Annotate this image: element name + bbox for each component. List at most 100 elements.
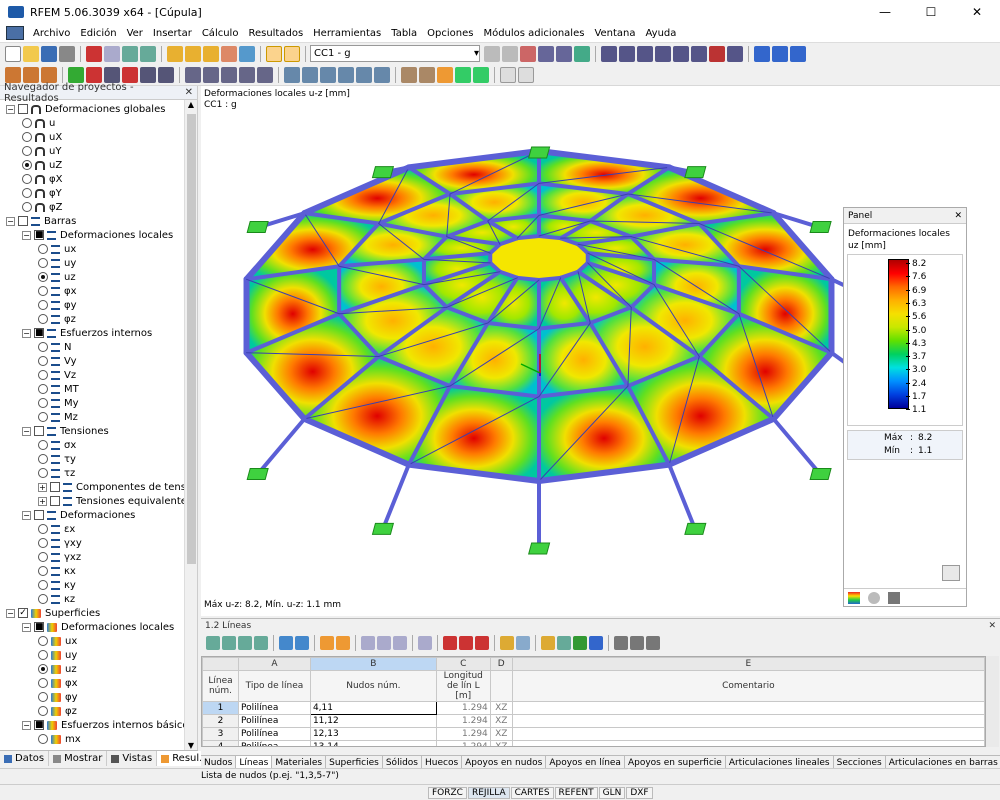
tree-node[interactable]: σx	[38, 438, 76, 452]
table-tool-icon[interactable]	[361, 636, 375, 650]
close-button[interactable]: ✕	[954, 0, 1000, 24]
zoom-icon[interactable]	[942, 565, 960, 581]
length-cell[interactable]: 1.294	[435, 740, 491, 746]
window-icon[interactable]	[772, 45, 788, 62]
tree-node[interactable]: κz	[38, 592, 75, 606]
checkbox[interactable]: ■	[34, 328, 44, 338]
tree-node[interactable]: − Barras	[6, 214, 76, 228]
tree-node[interactable]: τz	[38, 466, 75, 480]
tree-node[interactable]: − ■ Deformaciones locales	[22, 620, 174, 634]
table-icon[interactable]	[500, 66, 516, 83]
expander-icon[interactable]: −	[6, 104, 15, 114]
table-tool-icon[interactable]	[336, 636, 350, 650]
tree-node[interactable]: φY	[22, 186, 62, 200]
checkbox[interactable]: ■	[34, 230, 44, 240]
table-tool-icon[interactable]	[295, 636, 309, 650]
table-tool-icon[interactable]	[646, 636, 660, 650]
expander-icon[interactable]: −	[22, 720, 31, 730]
isolines-icon[interactable]	[473, 66, 489, 83]
report-icon[interactable]	[518, 66, 534, 83]
prev-arrow-icon[interactable]	[484, 45, 500, 62]
expander-icon[interactable]: −	[6, 216, 15, 226]
radio-button[interactable]	[38, 678, 48, 688]
snap-icon[interactable]	[221, 66, 237, 83]
tree-node[interactable]: γxz	[38, 550, 81, 564]
render-icon[interactable]	[356, 66, 372, 83]
radio-button[interactable]	[22, 132, 32, 142]
filter-icon[interactable]	[401, 66, 417, 83]
print-icon[interactable]	[59, 45, 75, 62]
solid-icon[interactable]	[140, 66, 156, 83]
table-tool-icon[interactable]	[206, 636, 220, 650]
radio-button[interactable]	[38, 258, 48, 268]
radio-button[interactable]	[38, 244, 48, 254]
checkbox[interactable]	[50, 482, 60, 492]
table-tool-icon[interactable]	[500, 636, 514, 650]
radio-button[interactable]	[38, 356, 48, 366]
radio-button[interactable]	[38, 650, 48, 660]
col-letter-a[interactable]: A	[237, 657, 311, 671]
visibility-icon[interactable]	[419, 66, 435, 83]
radio-button[interactable]	[38, 412, 48, 422]
expander-icon[interactable]: +	[38, 496, 47, 506]
results-on-icon[interactable]	[520, 45, 536, 62]
menu-herramientas[interactable]: Herramientas	[308, 28, 386, 39]
comment-cell[interactable]	[511, 714, 985, 728]
table-row[interactable]: 4 Polilínea 13,14 1.294 XZ	[202, 740, 985, 746]
radio-button[interactable]	[38, 342, 48, 352]
table-tool-icon[interactable]	[418, 636, 432, 650]
minimize-button[interactable]: —	[862, 0, 908, 24]
support-icon[interactable]	[68, 66, 84, 83]
guide-icon[interactable]	[239, 66, 255, 83]
copy-icon[interactable]	[104, 45, 120, 62]
line-type-cell[interactable]: Polilínea	[237, 714, 311, 728]
radio-button[interactable]	[38, 384, 48, 394]
expander-icon[interactable]: −	[22, 230, 31, 240]
smooth-icon[interactable]	[455, 66, 471, 83]
expander-icon[interactable]: −	[6, 608, 15, 618]
table-tool-icon[interactable]	[541, 636, 555, 650]
animate-icon[interactable]	[556, 45, 572, 62]
tree-node[interactable]: ux	[38, 242, 76, 256]
tree-node[interactable]: φy	[38, 298, 77, 312]
radio-button[interactable]	[38, 468, 48, 478]
radio-button[interactable]	[38, 314, 48, 324]
show-values-icon[interactable]	[538, 45, 554, 62]
tree-node[interactable]: εx	[38, 522, 75, 536]
tree-node[interactable]: φX	[22, 172, 62, 186]
expander-icon[interactable]: +	[38, 482, 47, 492]
table-tool-icon[interactable]	[254, 636, 268, 650]
panel-toggle-icon[interactable]	[284, 45, 300, 62]
undo-icon[interactable]	[122, 45, 138, 62]
scrollbar-thumb[interactable]	[187, 114, 196, 564]
length-cell[interactable]: 1.294	[435, 714, 491, 728]
radio-button[interactable]	[38, 580, 48, 590]
radio-button[interactable]	[38, 594, 48, 604]
tab-datos[interactable]: Datos	[0, 751, 50, 766]
expander-icon[interactable]: −	[22, 510, 31, 520]
wireframe-icon[interactable]	[374, 66, 390, 83]
calculate-icon[interactable]	[167, 45, 183, 62]
table-tool-icon[interactable]	[377, 636, 391, 650]
tree-node[interactable]: − ■ Deformaciones locales	[22, 228, 173, 242]
tree-node[interactable]: − Tensiones	[22, 424, 109, 438]
grid-icon[interactable]	[203, 66, 219, 83]
expander-icon[interactable]: −	[22, 622, 31, 632]
tree-node[interactable]: uZ	[22, 158, 62, 172]
checkbox[interactable]: ■	[34, 622, 44, 632]
document-icon[interactable]	[6, 26, 24, 40]
menu-archivo[interactable]: Archivo	[28, 28, 75, 39]
tree-node[interactable]: τy	[38, 452, 76, 466]
menu-edicion[interactable]: Edición	[75, 28, 121, 39]
radio-button[interactable]	[38, 370, 48, 380]
arc-icon[interactable]	[41, 66, 57, 83]
table-tool-icon[interactable]	[222, 636, 236, 650]
radio-button[interactable]	[22, 202, 32, 212]
table-row[interactable]: 1 Polilínea 4,11 1.294 XZ	[202, 701, 985, 715]
tab-vistas[interactable]: Vistas	[107, 751, 158, 766]
view-y-icon[interactable]	[320, 66, 336, 83]
tree-node[interactable]: Vy	[38, 354, 77, 368]
table-row[interactable]: 3 Polilínea 12,13 1.294 XZ	[202, 727, 985, 741]
radio-button[interactable]	[22, 146, 32, 156]
tree-node[interactable]: κx	[38, 564, 76, 578]
